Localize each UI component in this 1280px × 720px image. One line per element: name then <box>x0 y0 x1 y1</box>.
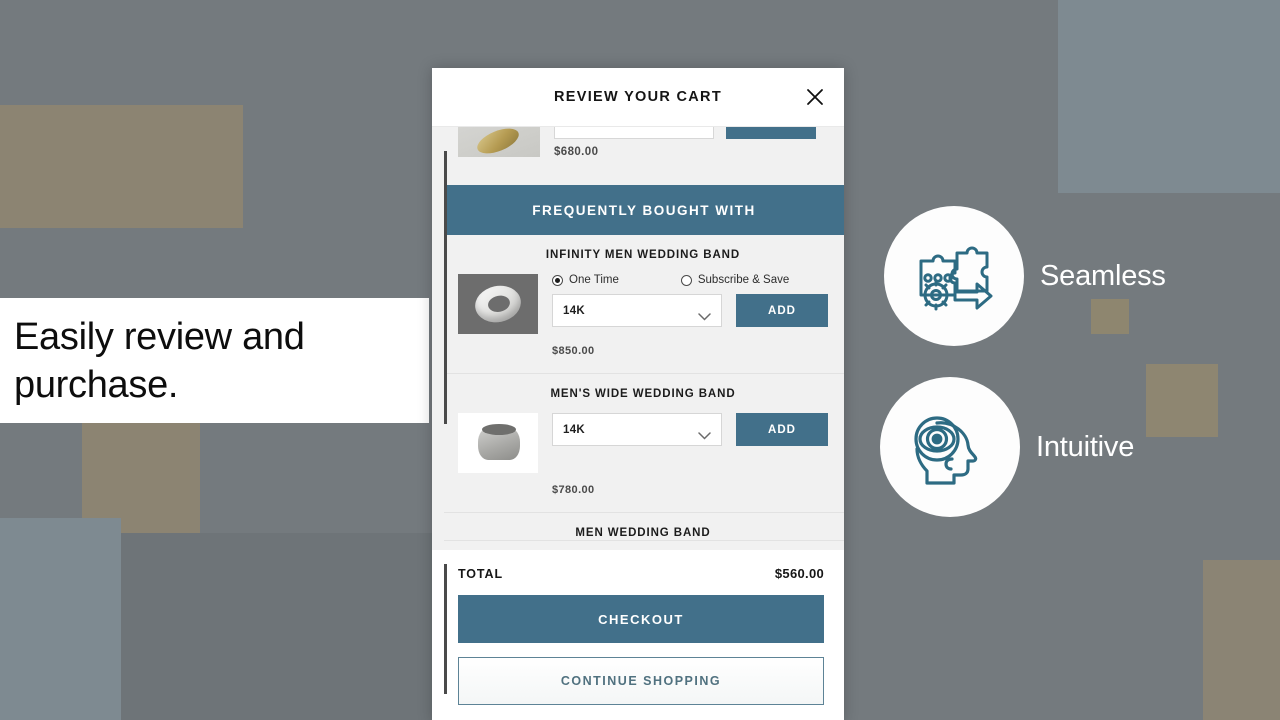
close-icon[interactable] <box>802 84 828 110</box>
add-button-partial[interactable] <box>726 127 816 139</box>
add-button[interactable]: ADD <box>736 413 828 446</box>
recommendation-body: One Time Subscribe & Save 14K ADD <box>458 274 828 334</box>
metal-select-partial[interactable] <box>554 127 714 139</box>
add-button[interactable]: ADD <box>736 294 828 327</box>
recommendation-controls: 14K ADD <box>552 413 828 446</box>
cart-line-item-partial: $680.00 <box>432 127 844 185</box>
background-block-tan-bottom-right <box>1203 560 1280 720</box>
subscription-options: One Time Subscribe & Save <box>552 274 828 286</box>
feature-badge-seamless: Seamless <box>884 206 1166 346</box>
feature-badge-intuitive: Intuitive <box>880 377 1134 517</box>
recommendation-item: MEN WEDDING BAND <box>444 513 844 541</box>
cart-header: REVIEW YOUR CART <box>432 68 844 127</box>
radio-one-time-label: One Time <box>569 274 619 286</box>
radio-dot-icon <box>680 274 692 286</box>
cart-scroll-region[interactable]: $680.00 FREQUENTLY BOUGHT WITH INFINITY … <box>432 127 844 550</box>
radio-dot-selected-icon <box>552 274 563 286</box>
metal-select[interactable]: 14K <box>552 294 722 327</box>
ring-shape <box>473 127 523 157</box>
feature-label-seamless: Seamless <box>1040 259 1166 292</box>
background-block-blue-bottom-left <box>0 518 121 720</box>
cart-line-price: $680.00 <box>554 146 599 158</box>
radio-one-time[interactable]: One Time <box>552 274 619 286</box>
background-block-tan-medium <box>1146 364 1218 437</box>
background-block-tan-left <box>0 105 243 228</box>
feature-label-intuitive: Intuitive <box>1036 430 1135 463</box>
recommendation-body: 14K ADD <box>458 413 828 473</box>
recommendation-list: INFINITY MEN WEDDING BAND One Time Subsc… <box>444 235 844 541</box>
cart-total-value: $560.00 <box>774 566 824 581</box>
radio-subscribe-label: Subscribe & Save <box>697 274 790 286</box>
ring-shape <box>471 281 525 327</box>
puzzle-gear-arrow-icon <box>919 246 993 311</box>
cart-total-row: TOTAL $560.00 <box>458 566 824 581</box>
frequently-bought-with-label: FREQUENTLY BOUGHT WITH <box>532 202 756 218</box>
head-eye-target-icon <box>914 416 978 485</box>
recommendation-item: INFINITY MEN WEDDING BAND One Time Subsc… <box>444 235 844 374</box>
recommendation-controls: 14K ADD <box>552 294 828 327</box>
product-thumbnail-wide-band <box>458 413 538 473</box>
cart-footer: TOTAL $560.00 CHECKOUT CONTINUE SHOPPING <box>432 550 844 720</box>
recommendation-item: MEN'S WIDE WEDDING BAND 14K ADD $780.00 <box>444 374 844 513</box>
recommendation-name: INFINITY MEN WEDDING BAND <box>545 249 741 261</box>
scrollbar-track-footer[interactable] <box>444 564 447 694</box>
radio-subscribe-save[interactable]: Subscribe & Save <box>680 274 790 286</box>
background-block-tan-mid-left <box>82 421 200 533</box>
review-cart-modal: REVIEW YOUR CART $680.00 FREQUENTLY BOUG… <box>432 68 844 720</box>
recommendation-name: MEN WEDDING BAND <box>575 527 711 539</box>
ring-shape <box>478 424 520 460</box>
metal-select-value: 14K <box>563 304 585 317</box>
slide-canvas: Easily review and purchase. Seamless Int… <box>0 0 1280 720</box>
background-block-dark-bottom-left <box>121 533 433 720</box>
recommendation-fields: One Time Subscribe & Save 14K ADD <box>552 274 828 327</box>
cart-title: REVIEW YOUR CART <box>554 89 722 105</box>
recommendation-fields: 14K ADD <box>552 413 828 446</box>
metal-select[interactable]: 14K <box>552 413 722 446</box>
cart-total-label: TOTAL <box>458 567 504 581</box>
chevron-down-icon <box>698 427 711 445</box>
recommendation-price: $780.00 <box>552 484 595 496</box>
close-icon-glyph <box>807 89 823 105</box>
frequently-bought-with-banner: FREQUENTLY BOUGHT WITH <box>444 185 844 235</box>
scrollbar-track[interactable] <box>444 151 447 424</box>
recommendation-name: MEN'S WIDE WEDDING BAND <box>550 388 736 400</box>
feature-icon-circle-seamless <box>884 206 1024 346</box>
caption-text: Easily review and purchase. <box>14 315 305 406</box>
chevron-down-icon <box>698 308 711 326</box>
recommendation-price: $850.00 <box>552 345 595 357</box>
background-block-blue-top-right <box>1058 0 1280 193</box>
feature-icon-circle-intuitive <box>880 377 1020 517</box>
continue-shopping-button[interactable]: CONTINUE SHOPPING <box>458 657 824 705</box>
checkout-button[interactable]: CHECKOUT <box>458 595 824 643</box>
product-thumbnail-infinity-band <box>458 274 538 334</box>
metal-select-value: 14K <box>563 423 585 436</box>
caption-card: Easily review and purchase. <box>0 298 429 423</box>
product-thumbnail-gold-ring <box>458 127 540 157</box>
